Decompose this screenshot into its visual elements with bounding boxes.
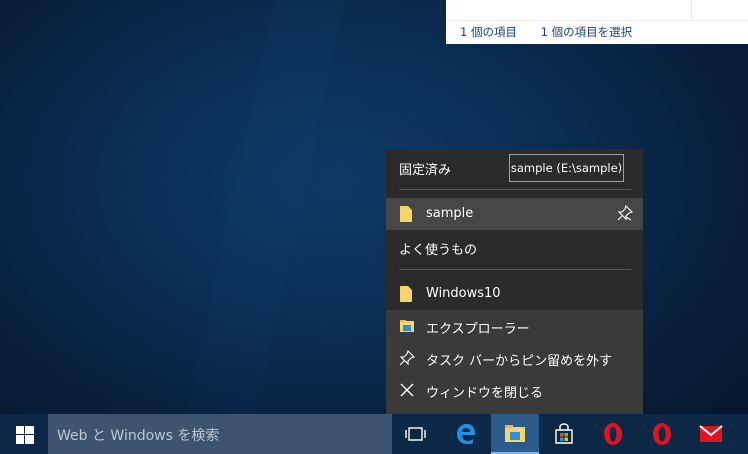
opera-icon [604, 423, 622, 445]
mail-button[interactable] [687, 414, 735, 454]
unpin-icon[interactable] [617, 205, 633, 221]
jump-list: 固定済み sample (E:\sample) sample よく使うもの Wi… [386, 149, 643, 414]
desktop-light-beam [185, 0, 345, 420]
mail-icon [699, 425, 723, 442]
opera-icon [653, 423, 671, 445]
explorer-status-bar: 1 個の項目 1 個の項目を選択 [460, 24, 652, 40]
folder-icon [400, 286, 412, 302]
jumplist-actions: エクスプローラー タスク バーからピン留めを外す ウィンドウを閉じる [386, 310, 643, 414]
jumplist-item-label: sample [426, 206, 474, 221]
status-selected-count: 1 個の項目を選択 [540, 25, 633, 39]
action-close-window[interactable]: ウィンドウを閉じる [386, 374, 643, 406]
taskbar: Web と Windows を検索 [0, 414, 748, 454]
edge-button[interactable] [442, 414, 490, 454]
action-label: エクスプローラー [426, 322, 530, 337]
jumplist-item-sample[interactable]: sample [386, 198, 643, 230]
task-view-button[interactable] [392, 414, 440, 454]
status-item-count: 1 個の項目 [460, 25, 517, 39]
opera-button[interactable] [638, 414, 686, 454]
action-open-explorer[interactable]: エクスプローラー [386, 310, 643, 342]
action-label: ウィンドウを閉じる [426, 386, 544, 401]
edge-icon [457, 424, 475, 444]
opera-button[interactable] [589, 414, 637, 454]
jumplist-item-label: Windows10 [426, 286, 501, 301]
action-label: タスク バーからピン留めを外す [426, 354, 613, 369]
unpin-icon [399, 350, 415, 366]
frequent-header: よく使うもの [399, 243, 478, 258]
store-button[interactable] [540, 414, 588, 454]
explorer-status-divider [446, 20, 748, 21]
pinned-divider [399, 189, 631, 190]
folder-icon [400, 206, 412, 222]
file-explorer-icon [400, 320, 414, 332]
search-box[interactable]: Web と Windows を検索 [48, 414, 392, 454]
explorer-window: 1 個の項目 1 個の項目を選択 [446, 0, 748, 44]
tooltip: sample (E:\sample) [509, 154, 624, 182]
frequent-divider [399, 269, 631, 270]
file-explorer-button[interactable] [491, 414, 539, 454]
pinned-header: 固定済み [399, 163, 452, 178]
search-placeholder: Web と Windows を検索 [57, 428, 220, 444]
file-explorer-icon [505, 425, 525, 442]
explorer-divider [691, 0, 692, 19]
store-icon [555, 423, 573, 444]
start-button[interactable] [0, 414, 48, 454]
close-icon [400, 383, 414, 397]
task-view-icon [405, 427, 426, 441]
action-unpin-taskbar[interactable]: タスク バーからピン留めを外す [386, 342, 643, 374]
windows-logo-icon [16, 426, 34, 444]
jumplist-item-windows10[interactable]: Windows10 [386, 278, 643, 310]
